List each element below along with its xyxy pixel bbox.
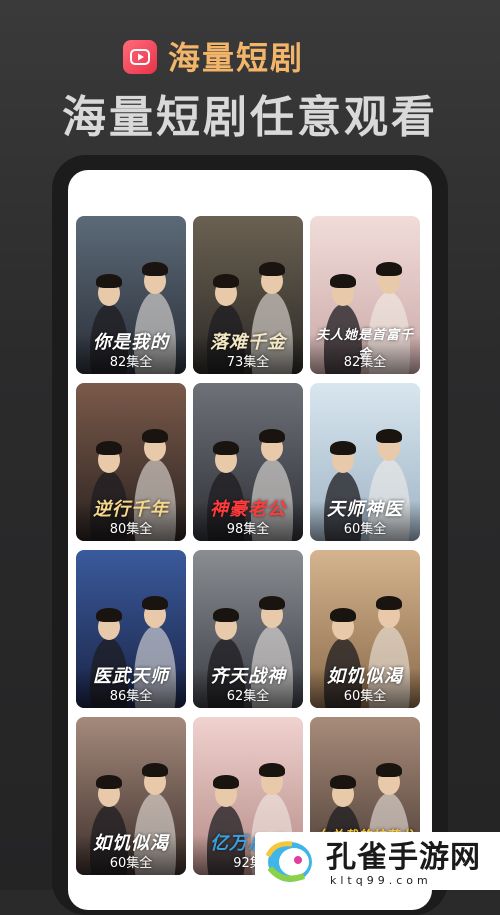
poster-hair: [96, 608, 122, 622]
episode-count: 80集全: [109, 522, 153, 537]
episode-count: 98集全: [226, 522, 270, 537]
poster-hair: [96, 441, 122, 455]
episode-count: 62集全: [226, 689, 270, 704]
poster-hair: [330, 775, 356, 789]
poster-hair: [213, 608, 239, 622]
poster-hair: [259, 262, 285, 276]
drama-card[interactable]: 夫人她是首富千金 82集全: [310, 216, 420, 374]
poster-hair: [259, 429, 285, 443]
poster-hair: [376, 763, 402, 777]
poster-hair: [259, 763, 285, 777]
drama-card[interactable]: 逆行千年 80集全: [76, 383, 186, 541]
poster-hair: [142, 763, 168, 777]
drama-card[interactable]: 落难千金 73集全: [193, 216, 303, 374]
poster-hair: [142, 596, 168, 610]
drama-card[interactable]: 如饥似渴 60集全: [76, 717, 186, 875]
poster-hair: [330, 441, 356, 455]
app-name: 海量短剧: [168, 39, 305, 77]
episode-count: 82集全: [343, 355, 387, 370]
episode-count: 60集全: [343, 522, 387, 537]
tagline: 海量短剧任意观看: [62, 92, 438, 143]
poster-hair: [376, 429, 402, 443]
drama-card[interactable]: 齐天战神 62集全: [193, 550, 303, 708]
poster-hair: [96, 775, 122, 789]
peacock-logo-icon: [265, 841, 312, 882]
app-logo: [123, 40, 157, 74]
poster-hair: [213, 274, 239, 288]
episode-count: 73集全: [226, 355, 270, 370]
watermark-text: 孔雀手游网: [326, 840, 481, 875]
drama-card[interactable]: 神豪老公 98集全: [193, 383, 303, 541]
poster-hair: [376, 596, 402, 610]
drama-card[interactable]: 医武天师 86集全: [76, 550, 186, 708]
poster-hair: [213, 775, 239, 789]
poster-hair: [142, 429, 168, 443]
drama-card[interactable]: 天师神医 60集全: [310, 383, 420, 541]
poster-hair: [142, 262, 168, 276]
poster-hair: [376, 262, 402, 276]
episode-count: 82集全: [109, 355, 153, 370]
episode-count: 60集全: [343, 689, 387, 704]
episode-count: 86集全: [109, 689, 153, 704]
poster-hair: [213, 441, 239, 455]
poster-hair: [330, 608, 356, 622]
drama-card[interactable]: 你是我的 82集全: [76, 216, 186, 374]
play-icon: [130, 49, 150, 65]
poster-hair: [330, 274, 356, 288]
poster-hair: [96, 274, 122, 288]
drama-card[interactable]: 如饥似渴 60集全: [310, 550, 420, 708]
phone-screen: 你是我的 82集全 落难千金 73集全 夫人她是首富千金 82集全逆行千年 80集全 神豪老公…: [68, 170, 432, 910]
poster-hair: [259, 596, 285, 610]
watermark-url: kltq99.com: [330, 874, 432, 887]
episode-count: 60集全: [109, 856, 153, 871]
